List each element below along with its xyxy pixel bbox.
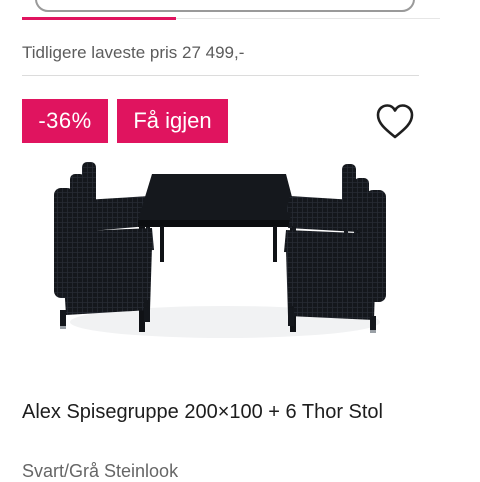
- tab-bar-divider: [176, 18, 440, 19]
- product-variant: Svart/Grå Steinlook: [22, 461, 179, 481]
- discount-badge: -36%: [22, 99, 108, 143]
- previous-lowest-price: Tidligere laveste pris 27 499,-: [22, 43, 245, 62]
- recycle-badge: Få igjen: [117, 99, 228, 143]
- active-tab-indicator: [22, 17, 176, 20]
- section-divider: [22, 75, 419, 76]
- heart-outline-icon: [376, 104, 414, 139]
- search-field-outline[interactable]: [35, 0, 415, 12]
- dining-set-illustration: [54, 162, 386, 338]
- product-image[interactable]: [40, 150, 400, 350]
- favorite-button[interactable]: [374, 102, 416, 142]
- product-title[interactable]: Alex Spisegruppe 200×100 + 6 Thor Stol: [22, 399, 442, 425]
